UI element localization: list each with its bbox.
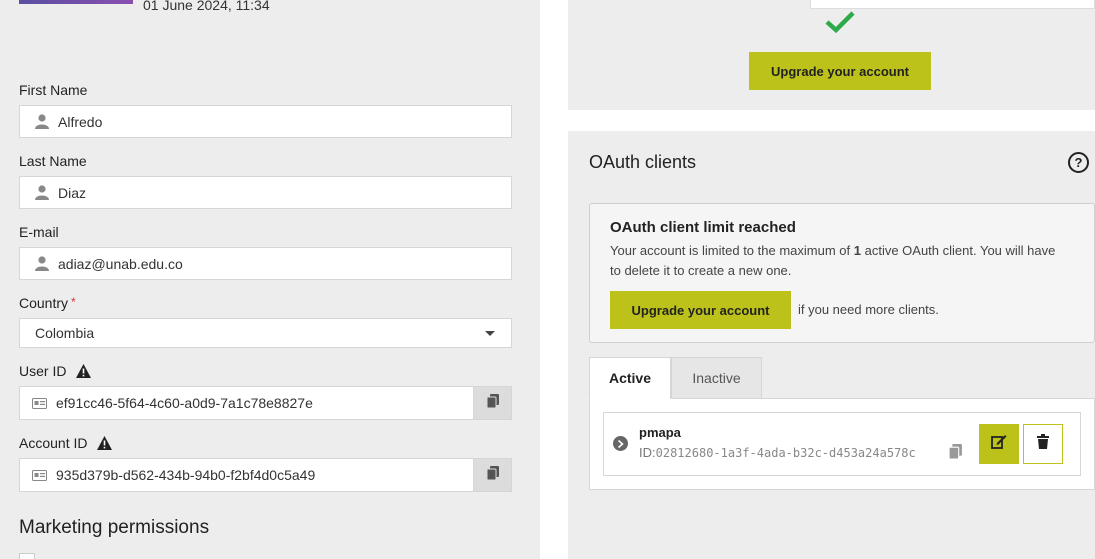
account-id-input[interactable]: 935d379b-d562-434b-94b0-f2bf4d0c5a49 (19, 458, 473, 492)
copy-client-id-icon[interactable] (948, 444, 962, 464)
user-icon (34, 256, 50, 272)
user-icon (34, 114, 50, 130)
edit-client-button[interactable] (979, 424, 1019, 464)
marketing-permissions-title: Marketing permissions (19, 517, 210, 538)
client-id-value: 02812680-1a3f-4ada-b32c-d453a24a578c (655, 446, 916, 460)
copy-icon (486, 393, 499, 413)
limit-title: OAuth client limit reached (610, 219, 796, 236)
copy-user-id-button[interactable] (473, 386, 512, 420)
country-value: Colombia (35, 325, 95, 341)
warning-icon[interactable] (76, 364, 92, 381)
marketing-checkbox[interactable] (19, 553, 35, 559)
user-id-label: User ID (19, 363, 92, 381)
checkmark-icon (825, 10, 855, 39)
limit-text: Your account is limited to the maximum o… (610, 241, 1060, 281)
user-id-label-text: User ID (19, 363, 67, 379)
upgrade-account-button[interactable]: Upgrade your account (749, 52, 931, 90)
required-mark: * (71, 295, 76, 309)
upgrade-account-button-oauth[interactable]: Upgrade your account (610, 291, 791, 329)
country-label-text: Country (19, 295, 69, 311)
last-name-value: Diaz (58, 184, 87, 201)
expand-arrow-icon[interactable] (613, 436, 628, 451)
last-name-label: Last Name (19, 153, 87, 169)
copy-account-id-button[interactable] (473, 458, 512, 492)
user-icon (34, 185, 50, 201)
tab-active[interactable]: Active (589, 357, 671, 399)
email-value: adiaz@unab.edu.co (58, 255, 183, 272)
edit-icon (991, 434, 1007, 454)
profile-date: 01 June 2024, 11:34 (143, 0, 270, 13)
first-name-field[interactable]: Alfredo (19, 105, 512, 138)
client-id-prefix: ID: (639, 445, 656, 460)
avatar (19, 0, 133, 4)
oauth-panel (568, 131, 1095, 559)
limit-count: 1 (853, 243, 861, 258)
account-id-value: 935d379b-d562-434b-94b0-f2bf4d0c5a49 (56, 467, 316, 483)
delete-client-button[interactable] (1023, 424, 1063, 464)
tab-inactive[interactable]: Inactive (671, 357, 762, 399)
client-name: pmapa (639, 425, 681, 440)
caret-down-icon (485, 331, 495, 336)
first-name-value: Alfredo (58, 113, 103, 130)
email-field[interactable]: adiaz@unab.edu.co (19, 247, 512, 280)
trash-icon (1037, 434, 1049, 454)
copy-icon (486, 465, 499, 485)
user-id-value: ef91cc46-5f64-4c60-a0d9-7a1c78e8827e (56, 395, 313, 411)
oauth-clients-title: OAuth clients (589, 152, 697, 172)
help-icon[interactable]: ? (1068, 152, 1089, 173)
account-id-label-text: Account ID (19, 435, 88, 451)
first-name-label: First Name (19, 82, 88, 98)
account-id-label: Account ID (19, 435, 113, 453)
user-id-field: ef91cc46-5f64-4c60-a0d9-7a1c78e8827e (19, 386, 512, 420)
upgrade-hint: if you need more clients. (798, 302, 939, 317)
id-card-icon (32, 397, 47, 409)
client-id: ID:02812680-1a3f-4ada-b32c-d453a24a578c (639, 445, 916, 460)
country-select[interactable]: Colombia (19, 318, 512, 348)
id-card-icon (32, 469, 47, 481)
profile-panel: 01 June 2024, 11:34 First Name Alfredo L… (0, 0, 540, 559)
last-name-field[interactable]: Diaz (19, 176, 512, 209)
warning-icon[interactable] (97, 436, 113, 453)
account-id-field: 935d379b-d562-434b-94b0-f2bf4d0c5a49 (19, 458, 512, 492)
email-label: E-mail (19, 224, 59, 240)
user-id-input[interactable]: ef91cc46-5f64-4c60-a0d9-7a1c78e8827e (19, 386, 473, 420)
country-label: Country * (19, 295, 76, 311)
plan-popover (810, 0, 1095, 9)
limit-text-part: Your account is limited to the maximum o… (610, 243, 854, 258)
